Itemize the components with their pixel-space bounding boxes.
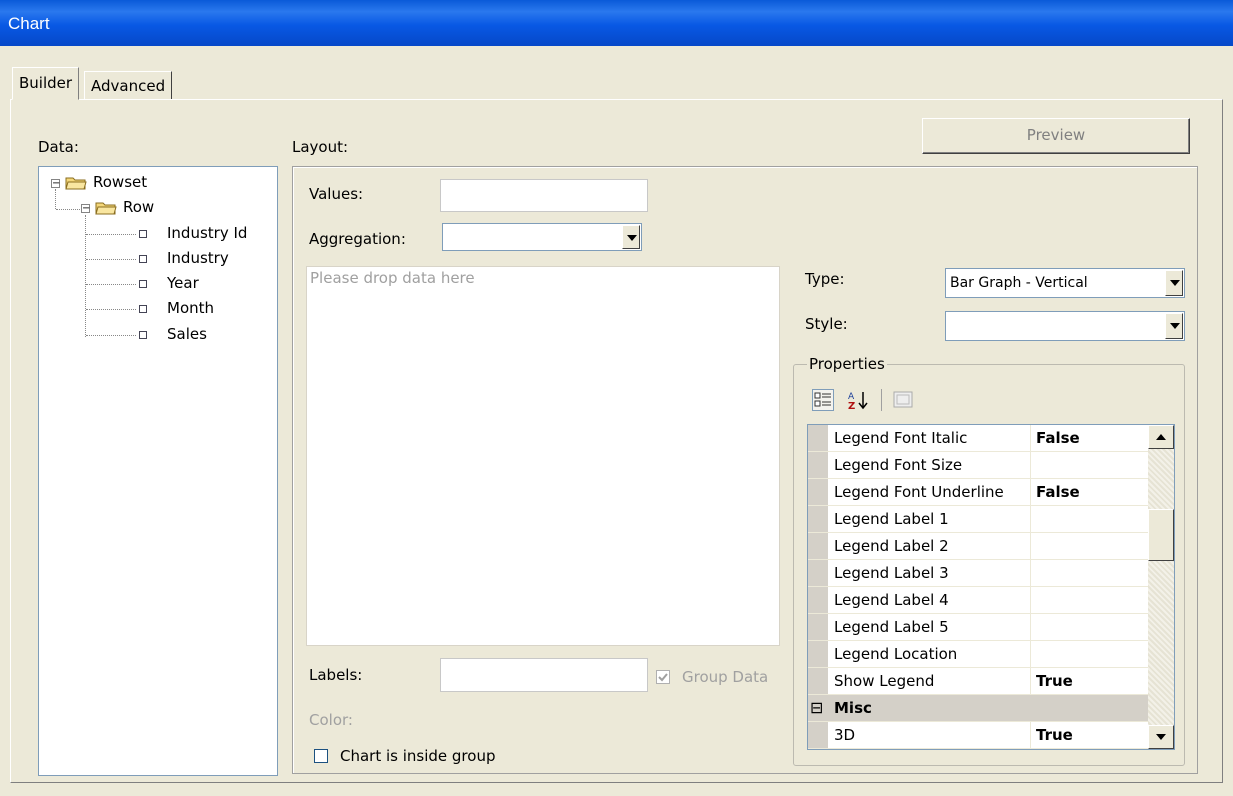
group-data-label: Group Data bbox=[682, 668, 769, 686]
property-row[interactable]: Legend Label 4 bbox=[808, 587, 1149, 614]
tree-item-field[interactable]: Sales bbox=[167, 325, 207, 343]
type-select[interactable]: Bar Graph - Vertical bbox=[945, 268, 1185, 298]
style-select[interactable] bbox=[945, 311, 1185, 341]
chart-inside-group-label: Chart is inside group bbox=[340, 747, 496, 765]
tree-item-field[interactable]: Industry bbox=[167, 249, 229, 267]
tree-item-rowset[interactable]: Rowset bbox=[93, 173, 147, 191]
layout-label: Layout: bbox=[292, 138, 349, 156]
preview-button[interactable]: Preview bbox=[922, 118, 1190, 154]
tab-builder[interactable]: Builder bbox=[12, 67, 80, 100]
property-row[interactable]: Legend Label 5 bbox=[808, 614, 1149, 641]
property-row[interactable]: Legend Font Underline False bbox=[808, 479, 1149, 506]
data-tree[interactable]: − Rowset − Row Industry Id Industry Year… bbox=[38, 166, 278, 776]
type-value: Bar Graph - Vertical bbox=[950, 275, 1088, 291]
property-grid[interactable]: Legend Font Italic False Legend Font Size… bbox=[807, 424, 1175, 750]
folder-icon bbox=[65, 177, 87, 190]
tree-item-field[interactable]: Year bbox=[167, 274, 199, 292]
tree-item-field[interactable]: Industry Id bbox=[167, 224, 247, 242]
window-title: Chart bbox=[8, 14, 50, 33]
values-label: Values: bbox=[309, 185, 364, 203]
property-category-misc[interactable]: ⊟ Misc bbox=[808, 695, 1149, 722]
property-row[interactable]: Legend Font Italic False bbox=[808, 425, 1149, 452]
labels-field[interactable] bbox=[440, 658, 648, 692]
drop-zone[interactable]: Please drop data here bbox=[306, 266, 780, 646]
color-label: Color: bbox=[309, 711, 353, 729]
collapse-rowset-icon[interactable]: − bbox=[51, 179, 60, 189]
arrow-up-icon bbox=[1156, 434, 1166, 440]
toolbar-separator bbox=[881, 389, 882, 411]
scroll-thumb[interactable] bbox=[1148, 509, 1174, 561]
scroll-down-button[interactable] bbox=[1148, 725, 1174, 749]
collapse-misc-icon[interactable]: ⊟ bbox=[810, 698, 823, 717]
field-icon bbox=[139, 305, 147, 313]
property-row[interactable]: Legend Location bbox=[808, 641, 1149, 668]
tree-item-row[interactable]: Row bbox=[123, 198, 154, 216]
chevron-down-icon[interactable] bbox=[1165, 270, 1183, 296]
field-icon bbox=[139, 280, 147, 288]
data-label: Data: bbox=[38, 138, 79, 156]
tree-item-field[interactable]: Month bbox=[167, 299, 214, 317]
tab-advanced[interactable]: Advanced bbox=[84, 71, 173, 100]
chevron-down-icon[interactable] bbox=[1165, 313, 1183, 339]
type-label: Type: bbox=[805, 270, 845, 288]
field-icon bbox=[139, 255, 147, 263]
property-grid-scrollbar[interactable] bbox=[1148, 425, 1174, 749]
svg-text:Z: Z bbox=[848, 401, 855, 411]
scroll-up-button[interactable] bbox=[1148, 425, 1174, 449]
chevron-down-icon[interactable] bbox=[622, 225, 640, 249]
categorized-icon[interactable] bbox=[812, 389, 834, 411]
property-row[interactable]: Show Legend True bbox=[808, 668, 1149, 695]
field-icon bbox=[139, 331, 147, 339]
labels-label: Labels: bbox=[309, 666, 363, 684]
property-pages-icon[interactable] bbox=[892, 389, 914, 411]
collapse-row-icon[interactable]: − bbox=[81, 204, 90, 214]
aggregation-label: Aggregation: bbox=[309, 230, 406, 248]
property-row[interactable]: Legend Font Size bbox=[808, 452, 1149, 479]
drop-zone-placeholder: Please drop data here bbox=[310, 269, 475, 287]
property-row[interactable]: 3D True bbox=[808, 722, 1149, 749]
property-row[interactable]: Legend Label 1 bbox=[808, 506, 1149, 533]
aggregation-select[interactable] bbox=[442, 223, 642, 251]
group-data-checkbox[interactable] bbox=[656, 670, 670, 684]
chart-inside-group-checkbox[interactable] bbox=[314, 749, 328, 763]
arrow-down-icon bbox=[1156, 734, 1166, 740]
property-row[interactable]: Legend Label 3 bbox=[808, 560, 1149, 587]
style-label: Style: bbox=[805, 315, 848, 333]
properties-title: Properties bbox=[807, 355, 887, 373]
field-icon bbox=[139, 230, 147, 238]
title-bar bbox=[0, 0, 1233, 46]
folder-icon bbox=[95, 202, 117, 215]
sort-alphabetical-icon[interactable]: A Z bbox=[847, 389, 869, 411]
property-row[interactable]: Legend Label 2 bbox=[808, 533, 1149, 560]
values-field[interactable] bbox=[440, 179, 648, 212]
check-icon bbox=[658, 673, 668, 682]
category-label: Misc bbox=[834, 699, 872, 717]
